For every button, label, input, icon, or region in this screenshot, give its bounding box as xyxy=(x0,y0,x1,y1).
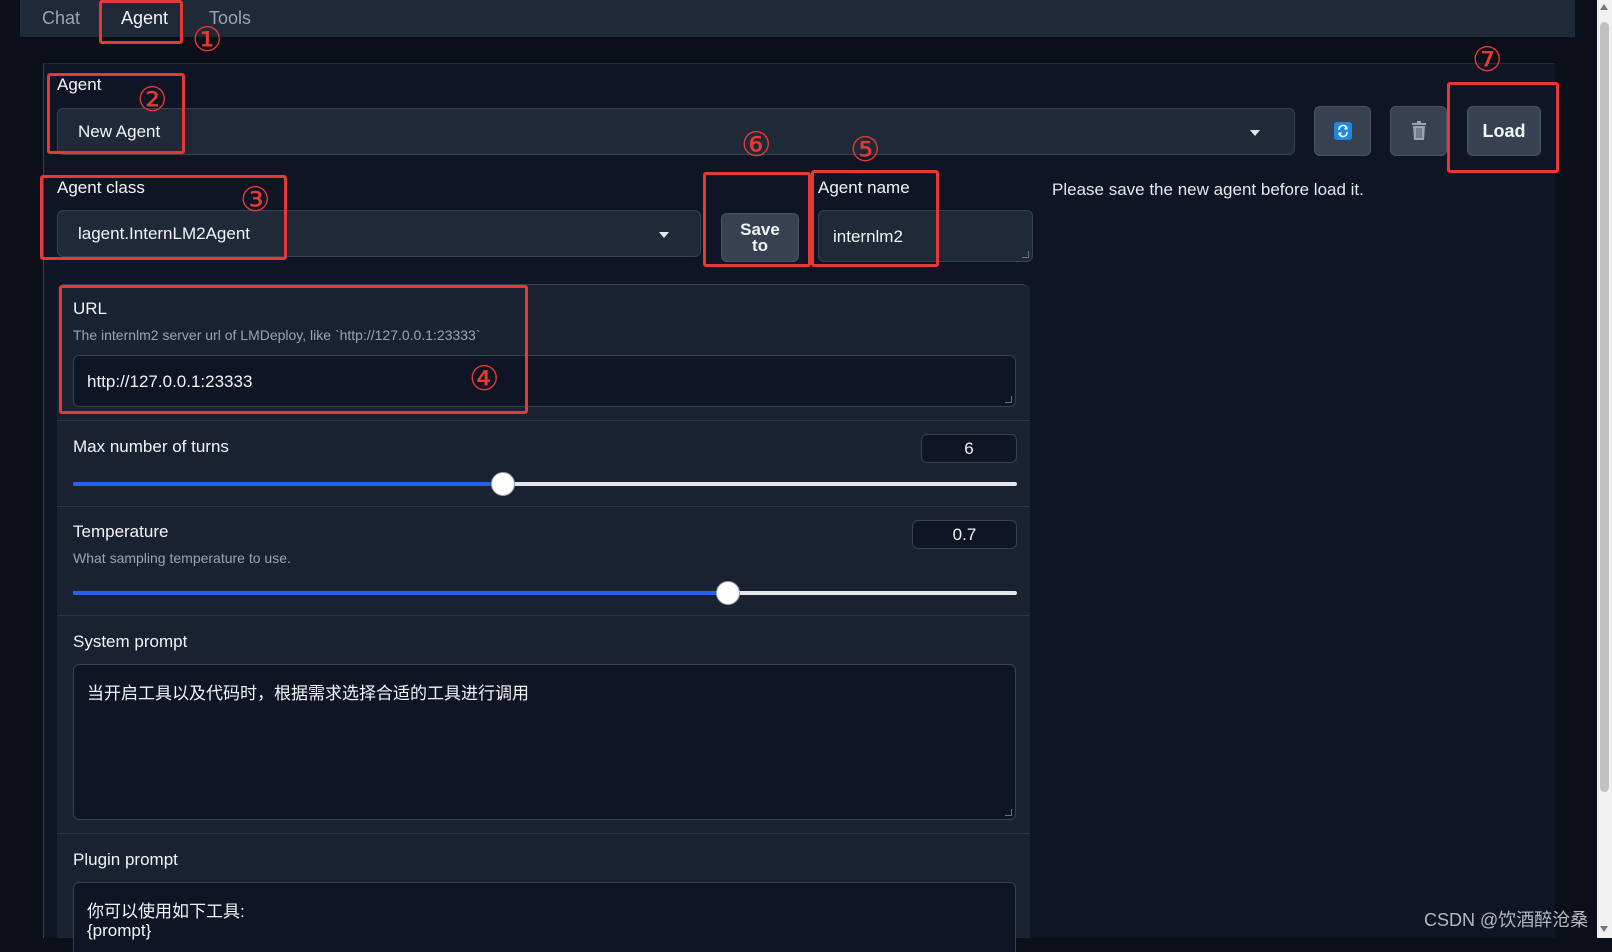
tab-chat[interactable]: Chat xyxy=(42,8,80,32)
status-message: Please save the new agent before load it… xyxy=(1052,180,1364,199)
system-prompt-block: System prompt 当开启工具以及代码时，根据需求选择合适的工具进行调用 xyxy=(57,615,1030,833)
temperature-hint: What sampling temperature to use. xyxy=(73,550,291,566)
annotation-number-1: ① xyxy=(192,20,223,60)
annotation-number-2: ② xyxy=(137,80,168,120)
annotation-box-5 xyxy=(811,170,939,267)
annotation-box-6 xyxy=(703,172,811,267)
system-prompt-label: System prompt xyxy=(73,632,188,651)
plugin-prompt-line2: {prompt} xyxy=(87,921,152,940)
delete-button[interactable] xyxy=(1390,106,1447,156)
max-turns-slider-fill xyxy=(73,482,503,486)
system-prompt-value: 当开启工具以及代码时，根据需求选择合适的工具进行调用 xyxy=(87,684,529,703)
resize-handle[interactable] xyxy=(1005,809,1012,816)
watermark: CSDN @饮酒醉沧桑 xyxy=(1424,910,1589,930)
max-turns-label: Max number of turns xyxy=(73,437,229,456)
temperature-block: Temperature What sampling temperature to… xyxy=(57,506,1030,615)
plugin-prompt-block: Plugin prompt 你可以使用如下工具: {prompt} xyxy=(57,833,1030,952)
plugin-prompt-line1: 你可以使用如下工具: xyxy=(87,902,245,921)
annotation-box-7 xyxy=(1447,82,1559,173)
annotation-number-7: ⑦ xyxy=(1472,40,1503,80)
annotation-box-4 xyxy=(59,285,528,414)
plugin-prompt-textarea[interactable]: 你可以使用如下工具: {prompt} xyxy=(73,882,1016,952)
annotation-number-6: ⑥ xyxy=(741,125,772,165)
agent-dropdown[interactable]: New Agent xyxy=(57,108,1295,155)
chevron-down-icon xyxy=(1250,130,1260,136)
max-turns-block: Max number of turns 6 xyxy=(57,420,1030,506)
scroll-down-icon[interactable] xyxy=(1600,926,1608,932)
scroll-up-icon[interactable] xyxy=(1600,4,1608,10)
annotation-box-1 xyxy=(99,0,183,44)
scrollbar-thumb[interactable] xyxy=(1600,22,1609,792)
temperature-label: Temperature xyxy=(73,522,169,541)
resize-handle[interactable] xyxy=(1005,396,1012,403)
system-prompt-textarea[interactable]: 当开启工具以及代码时，根据需求选择合适的工具进行调用 xyxy=(73,664,1016,820)
chevron-down-icon xyxy=(659,232,669,238)
plugin-prompt-label: Plugin prompt xyxy=(73,850,178,869)
resize-handle[interactable] xyxy=(1022,251,1029,258)
temperature-slider-fill xyxy=(73,591,729,595)
refresh-icon xyxy=(1333,122,1352,140)
temperature-slider-thumb[interactable] xyxy=(716,581,741,605)
trash-icon xyxy=(1411,121,1426,140)
annotation-number-5: ⑤ xyxy=(850,130,881,170)
max-turns-slider-thumb[interactable] xyxy=(490,472,515,496)
tab-bar xyxy=(20,0,1575,37)
annotation-number-3: ③ xyxy=(240,180,271,220)
refresh-button[interactable] xyxy=(1314,106,1371,156)
annotation-number-4: ④ xyxy=(469,359,500,399)
temperature-number-input[interactable]: 0.7 xyxy=(912,520,1017,549)
max-turns-number-input[interactable]: 6 xyxy=(921,434,1017,463)
